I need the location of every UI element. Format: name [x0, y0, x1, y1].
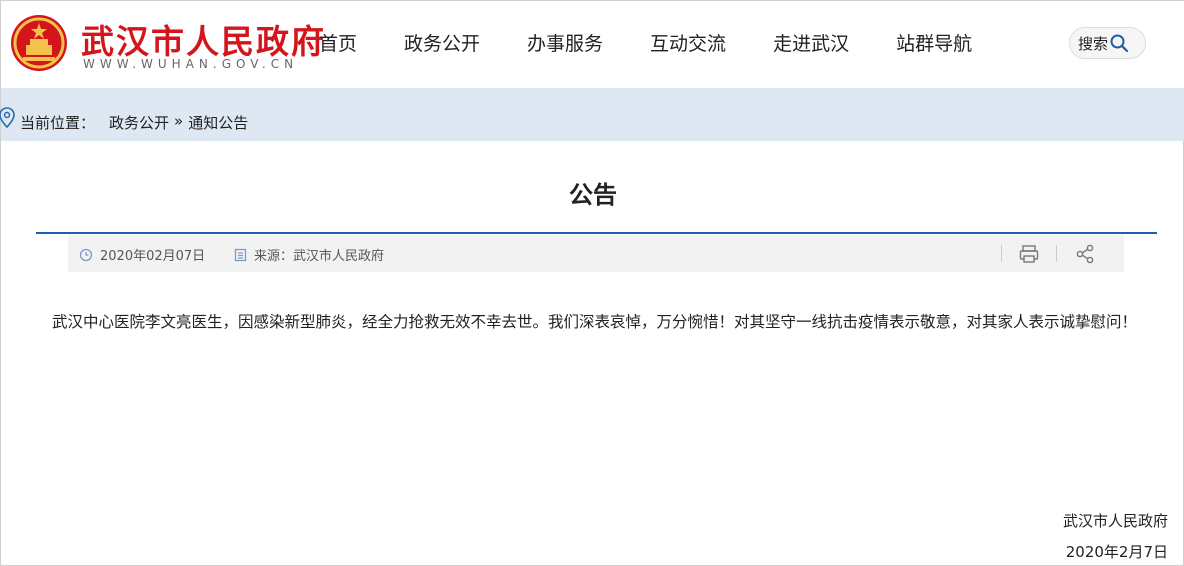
title-divider — [36, 232, 1157, 234]
document-icon — [234, 248, 247, 261]
breadcrumb: 当前位置： 政务公开 » 通知公告 — [20, 112, 248, 133]
nav-item-about-wuhan[interactable]: 走进武汉 — [773, 29, 849, 56]
share-icon[interactable] — [1074, 243, 1096, 265]
nav-item-gov-affairs[interactable]: 政务公开 — [404, 29, 480, 56]
nav-item-home[interactable]: 首页 — [319, 29, 357, 56]
site-header: 武汉市人民政府 WWW.WUHAN.GOV.CN 首页 政务公开 办事服务 互动… — [1, 1, 1184, 88]
article-meta-bar: 2020年02月07日 来源：武汉市人民政府 — [68, 235, 1124, 272]
breadcrumb-link-gov-affairs[interactable]: 政务公开 — [109, 112, 169, 133]
clock-icon — [79, 248, 93, 261]
national-emblem-icon[interactable] — [9, 13, 69, 73]
main-nav: 首页 政务公开 办事服务 互动交流 走进武汉 站群导航 — [319, 29, 1019, 56]
nav-item-services[interactable]: 办事服务 — [527, 29, 603, 56]
meta-divider — [1056, 245, 1057, 262]
signature-date: 2020年2月7日 — [1065, 543, 1168, 561]
article-title: 公告 — [569, 181, 617, 209]
search-button[interactable]: 搜索 — [1069, 27, 1146, 59]
nav-item-interaction[interactable]: 互动交流 — [650, 29, 726, 56]
search-icon — [1110, 34, 1129, 53]
article-date: 2020年02月07日 — [79, 245, 205, 264]
breadcrumb-link-notices[interactable]: 通知公告 — [188, 112, 248, 133]
nav-item-site-group[interactable]: 站群导航 — [896, 29, 972, 56]
breadcrumb-prefix: 当前位置： — [20, 114, 96, 132]
breadcrumb-separator: » — [174, 112, 184, 130]
meta-divider — [1001, 245, 1002, 262]
site-title[interactable]: 武汉市人民政府 — [81, 15, 326, 63]
location-pin-icon — [0, 107, 15, 129]
search-label: 搜索 — [1078, 34, 1109, 53]
article-date-text: 2020年02月07日 — [100, 249, 206, 264]
print-icon[interactable] — [1018, 243, 1040, 265]
signature-org: 武汉市人民政府 — [1062, 512, 1168, 530]
article-signature: 武汉市人民政府 2020年2月7日 — [1063, 506, 1168, 566]
article-source-text: 来源：武汉市人民政府 — [254, 249, 385, 264]
site-url: WWW.WUHAN.GOV.CN — [83, 57, 299, 71]
article-source: 来源：武汉市人民政府 — [234, 245, 384, 264]
article-body: 武汉中心医院李文亮医生，因感染新型肺炎，经全力抢救无效不幸去世。我们深表哀悼，万… — [52, 313, 1138, 331]
